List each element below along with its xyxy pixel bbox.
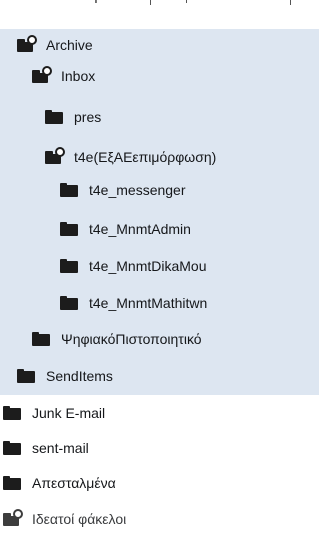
folder-label: t4e_MnmtMathitwn bbox=[89, 294, 208, 311]
folder-label: t4e_MnmtAdmin bbox=[89, 220, 191, 237]
folder-item-archive[interactable]: Archive bbox=[0, 29, 319, 60]
folder-with-subfolders-icon bbox=[32, 65, 52, 83]
folder-icon bbox=[45, 109, 63, 124]
folder-label: Junk E-mail bbox=[32, 404, 106, 421]
folder-label: ΨηφιακόΠιστοποιητικό bbox=[61, 330, 202, 347]
folder-item-t4e-messenger[interactable]: t4e_messenger bbox=[0, 174, 319, 205]
folder-label: Inbox bbox=[61, 67, 96, 84]
folder-item-sent-mail[interactable]: sent-mail bbox=[0, 432, 319, 463]
folder-item-senditems[interactable]: SendItems bbox=[0, 360, 319, 391]
clipped-header-text: Τ bbox=[92, 0, 100, 6]
folder-icon bbox=[3, 475, 21, 490]
folder-icon bbox=[3, 405, 21, 420]
folder-icon bbox=[60, 221, 78, 236]
folder-item-inbox[interactable]: Inbox bbox=[0, 60, 319, 91]
folder-icon bbox=[60, 258, 78, 273]
folder-item-junk-email[interactable]: Junk E-mail bbox=[0, 397, 319, 428]
clipped-header-divider bbox=[290, 0, 291, 5]
folder-label: Archive bbox=[46, 36, 93, 53]
folder-label: sent-mail bbox=[32, 439, 89, 456]
folder-label: t4e_messenger bbox=[89, 181, 186, 198]
folder-label: t4e_MnmtDikaMou bbox=[89, 257, 207, 274]
folder-item-virtual-folders[interactable]: Ιδεατοί φάκελοι bbox=[0, 503, 319, 534]
folder-label: pres bbox=[74, 108, 102, 125]
folder-item-t4e-mnmtmathitwn[interactable]: t4e_MnmtMathitwn bbox=[0, 287, 319, 318]
folder-label: Ιδεατοί φάκελοι bbox=[32, 510, 127, 527]
folder-icon bbox=[17, 368, 35, 383]
folder-item-t4e-mnmtadmin[interactable]: t4e_MnmtAdmin bbox=[0, 213, 319, 244]
folder-item-t4e-mnmtdikamou[interactable]: t4e_MnmtDikaMou bbox=[0, 250, 319, 281]
folder-with-subfolders-icon bbox=[45, 146, 65, 164]
clipped-header-divider bbox=[186, 0, 187, 3]
folder-with-subfolders-icon bbox=[17, 34, 37, 52]
folder-label: t4e(ΕξΑΕεπιμόρφωση) bbox=[74, 148, 217, 165]
clipped-header-divider bbox=[150, 0, 151, 5]
folder-item-psifiako-pistopoiitiko[interactable]: ΨηφιακόΠιστοποιητικό bbox=[0, 323, 319, 354]
folder-with-subfolders-icon bbox=[3, 508, 23, 526]
folder-icon bbox=[32, 331, 50, 346]
folder-label: SendItems bbox=[46, 367, 113, 384]
clipped-header-fragment: Τ bbox=[0, 0, 319, 12]
folder-item-pres[interactable]: pres bbox=[0, 101, 319, 132]
folder-item-t4e[interactable]: t4e(ΕξΑΕεπιμόρφωση) bbox=[0, 141, 319, 172]
folder-icon bbox=[3, 440, 21, 455]
folder-tree-panel: Τ Archive Inbox pres t4e(ΕξΑΕεπιμόρφωση)… bbox=[0, 0, 319, 537]
folder-icon bbox=[60, 295, 78, 310]
folder-icon bbox=[60, 182, 78, 197]
folder-item-apestalmena[interactable]: Απεσταλμένα bbox=[0, 467, 319, 498]
folder-label: Απεσταλμένα bbox=[32, 474, 116, 491]
